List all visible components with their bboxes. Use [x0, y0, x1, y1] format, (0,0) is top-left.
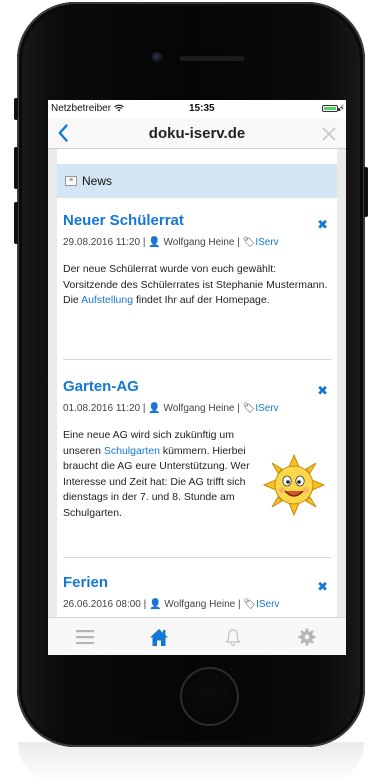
bell-icon — [225, 629, 241, 646]
status-time: 15:35 — [189, 103, 215, 114]
wifi-icon — [113, 104, 124, 112]
power-button — [364, 167, 368, 217]
phone-screen: Netzbetreiber 15:35 ⚡ doku-iserv.de ≡ Ne… — [48, 100, 346, 655]
mute-switch — [14, 98, 18, 120]
tab-home[interactable] — [122, 618, 196, 655]
news-card: ≡ News Neuer Schülerrat ✖ 29.08.2016 11:… — [57, 149, 337, 617]
front-camera — [152, 52, 163, 63]
news-item-body: Der neue Schülerrat wurde von euch gewäh… — [63, 263, 328, 306]
schulgarten-link[interactable]: Schulgarten — [104, 445, 160, 457]
charging-icon: ⚡ — [338, 103, 345, 113]
dismiss-icon[interactable]: ✖ — [317, 383, 328, 399]
news-item-title[interactable]: Garten-AG — [63, 378, 331, 395]
news-item-tag[interactable]: IServ — [255, 237, 278, 248]
tab-settings[interactable] — [270, 618, 344, 655]
news-item-date: 01.08.2016 11:20 — [63, 403, 141, 414]
news-item-title[interactable]: Ferien — [63, 574, 331, 591]
news-item: Neuer Schülerrat ✖ 29.08.2016 11:20 | 👤 … — [63, 212, 331, 309]
user-icon: 👤 — [148, 403, 161, 414]
news-item-body: Eine neue AG wird sich zukünftig um unse… — [63, 429, 250, 519]
news-item-tag[interactable]: IServ — [255, 403, 278, 414]
user-icon: 👤 — [148, 237, 161, 248]
smiling-sun-image — [262, 453, 326, 517]
tab-menu[interactable] — [48, 618, 122, 655]
status-bar: Netzbetreiber 15:35 ⚡ — [48, 100, 346, 118]
tag-icon: 🏷 — [243, 599, 257, 610]
home-button[interactable] — [180, 667, 239, 726]
dismiss-icon[interactable]: ✖ — [317, 579, 328, 595]
home-icon — [150, 628, 168, 646]
news-item-meta: 29.08.2016 11:20 | 👤 Wolfgang Heine | 🏷I… — [63, 237, 279, 248]
user-icon: 👤 — [149, 599, 162, 610]
dismiss-icon[interactable]: ✖ — [317, 217, 328, 233]
volume-down-button — [14, 202, 18, 244]
news-item-author: Wolfgang Heine — [164, 599, 236, 610]
navigation-bar: doku-iserv.de — [48, 118, 346, 149]
aufstellung-link[interactable]: Aufstellung — [81, 294, 133, 306]
page-title: doku-iserv.de — [148, 125, 246, 142]
close-icon[interactable] — [322, 121, 336, 146]
news-item-title[interactable]: Neuer Schülerrat — [63, 212, 331, 229]
tab-notifications[interactable] — [196, 618, 270, 655]
gear-icon — [298, 628, 316, 646]
carrier-label: Netzbetreiber — [51, 103, 124, 114]
battery-icon — [322, 105, 340, 112]
news-item-author: Wolfgang Heine — [163, 403, 235, 414]
volume-up-button — [14, 147, 18, 189]
news-section-label: News — [82, 174, 113, 188]
divider — [63, 359, 331, 360]
news-item: Garten-AG ✖ 01.08.2016 11:20 | 👤 Wolfgan… — [63, 378, 331, 521]
phone-reflection — [18, 742, 364, 784]
tag-icon: 🏷 — [242, 237, 256, 248]
news-content[interactable]: ≡ News Neuer Schülerrat ✖ 29.08.2016 11:… — [48, 149, 346, 617]
news-item-date: 26.06.2016 08:00 — [63, 599, 141, 610]
earpiece — [179, 55, 245, 61]
news-icon: ≡ — [65, 176, 77, 186]
news-section-header: ≡ News — [57, 164, 337, 198]
news-item-meta: 01.08.2016 11:20 | 👤 Wolfgang Heine | 🏷I… — [63, 403, 279, 414]
tag-icon: 🏷 — [242, 403, 256, 414]
news-item-date: 29.08.2016 11:20 — [63, 237, 141, 248]
menu-icon — [76, 630, 94, 644]
tab-bar — [48, 617, 346, 655]
divider — [63, 557, 331, 558]
news-item-author: Wolfgang Heine — [163, 237, 235, 248]
news-item-tag[interactable]: IServ — [256, 599, 279, 610]
news-item-meta: 26.06.2016 08:00 | 👤 Wolfgang Heine | 🏷I… — [63, 599, 280, 610]
news-item: Ferien ✖ 26.06.2016 08:00 | 👤 Wolfgang H… — [63, 574, 331, 610]
